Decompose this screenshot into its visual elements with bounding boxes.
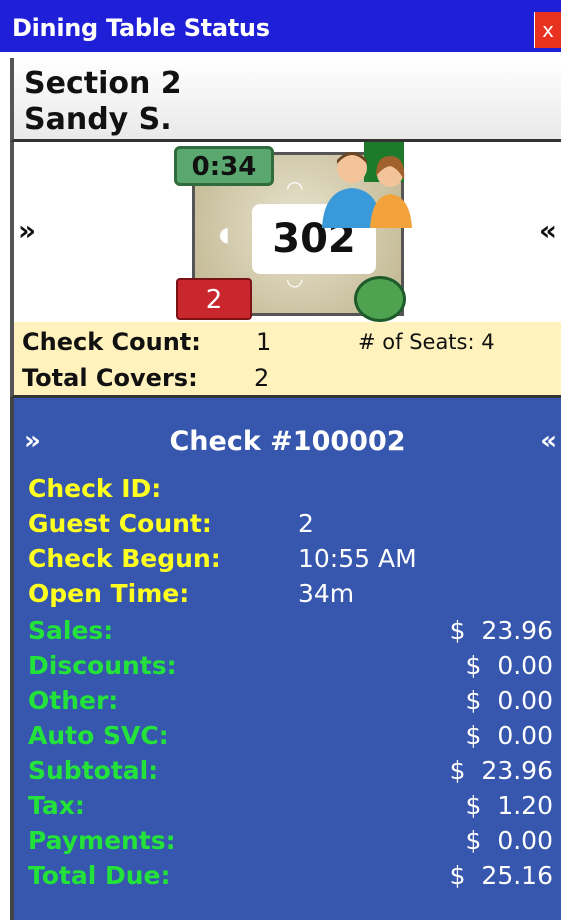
total-label: Payments: — [28, 826, 176, 855]
next-table-button[interactable]: « — [539, 214, 557, 247]
info-row-check-begun: Check Begun: 10:55 AM — [28, 544, 553, 578]
info-row-guest-count: Guest Count: 2 — [28, 509, 553, 543]
total-row-auto-svc: Auto SVC: $ 0.00 — [28, 721, 553, 755]
total-label: Total Due: — [28, 861, 171, 890]
total-row-payments: Payments: $ 0.00 — [28, 826, 553, 860]
total-row-sales: Sales: $ 23.96 — [28, 616, 553, 650]
chair-icon: ◠ — [286, 176, 304, 200]
total-label: Auto SVC: — [28, 721, 169, 750]
total-label: Other: — [28, 686, 119, 715]
total-row-discounts: Discounts: $ 0.00 — [28, 651, 553, 685]
total-value: $ 0.00 — [465, 686, 553, 715]
check-count-label: Check Count: — [22, 328, 201, 356]
total-label: Tax: — [28, 791, 85, 820]
elapsed-time-badge: 0:34 — [174, 146, 274, 186]
section-header: Section 2 Sandy S. — [10, 58, 561, 142]
total-label: Subtotal: — [28, 756, 159, 785]
total-row-subtotal: Subtotal: $ 23.96 — [28, 756, 553, 790]
section-name: Section 2 — [24, 66, 182, 101]
total-covers-value: 2 — [254, 364, 270, 392]
total-value: $ 0.00 — [465, 651, 553, 680]
info-value: 2 — [298, 509, 314, 538]
check-count-badge: 2 — [176, 278, 252, 320]
info-value: 10:55 AM — [298, 544, 417, 573]
prev-table-button[interactable]: » — [18, 214, 36, 247]
status-indicator — [354, 276, 406, 322]
total-covers-label: Total Covers: — [22, 364, 198, 392]
total-value: $ 25.16 — [449, 861, 553, 890]
total-row-tax: Tax: $ 1.20 — [28, 791, 553, 825]
total-value: $ 0.00 — [465, 826, 553, 855]
seats-count: # of Seats: 4 — [358, 330, 495, 354]
check-panel: » « Check #100002 Check ID: Guest Count:… — [10, 398, 561, 920]
info-label: Open Time: — [28, 579, 190, 608]
info-label: Guest Count: — [28, 509, 212, 538]
check-summary: Check Count: 1 # of Seats: 4 Total Cover… — [10, 322, 561, 398]
total-label: Discounts: — [28, 651, 177, 680]
close-button[interactable]: x — [534, 12, 561, 48]
title-bar: Dining Table Status x — [0, 0, 561, 52]
info-label: Check ID: — [28, 474, 162, 503]
info-label: Check Begun: — [28, 544, 221, 573]
total-value: $ 23.96 — [449, 616, 553, 645]
info-row-check-id: Check ID: — [28, 474, 553, 508]
server-name: Sandy S. — [24, 102, 172, 137]
total-label: Sales: — [28, 616, 114, 645]
total-value: $ 23.96 — [449, 756, 553, 785]
total-value: $ 0.00 — [465, 721, 553, 750]
check-count-value: 1 — [256, 328, 272, 356]
total-row-total-due: Total Due: $ 25.16 — [28, 861, 553, 895]
info-value: 34m — [298, 579, 355, 608]
total-row-other: Other: $ 0.00 — [28, 686, 553, 720]
info-row-open-time: Open Time: 34m — [28, 579, 553, 613]
chair-icon: ◖ — [219, 222, 230, 246]
guests-icon — [322, 152, 412, 228]
check-title: Check #100002 — [169, 426, 406, 457]
total-value: $ 1.20 — [465, 791, 553, 820]
table-area: » « ◠ ◖ ◗ ◡ 302 0:34 2 — [10, 142, 561, 322]
window-title: Dining Table Status — [12, 14, 270, 42]
